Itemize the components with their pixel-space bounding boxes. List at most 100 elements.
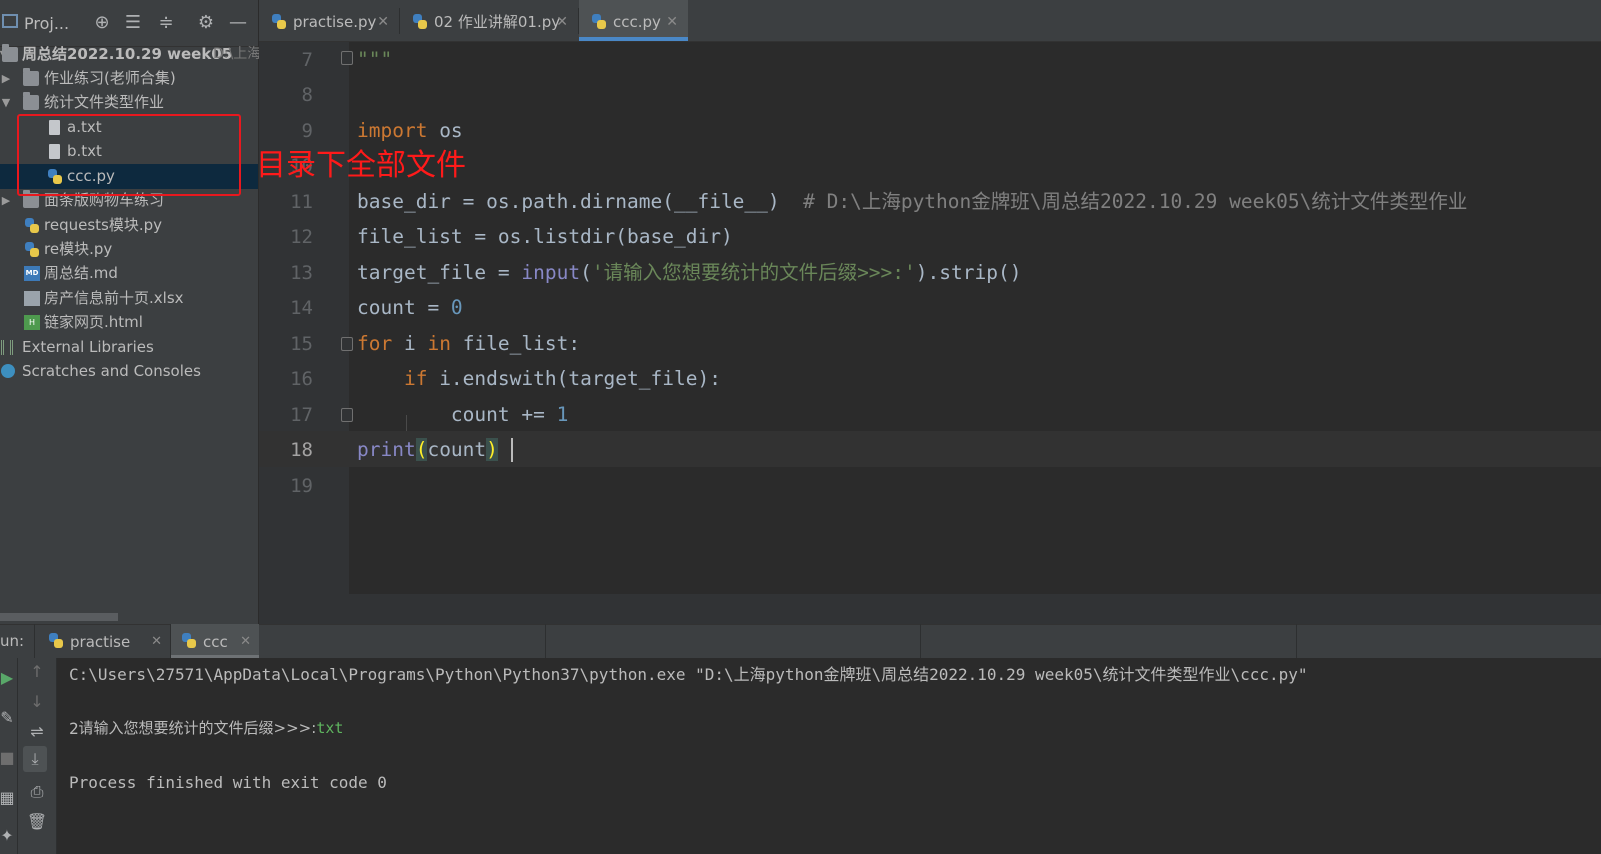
stop-icon[interactable]: ■ [0,748,19,767]
close-icon[interactable]: ✕ [666,0,678,44]
tab-label: ccc.py [613,13,661,31]
console-user-input: txt [316,719,344,737]
collapse-all-icon[interactable]: ≑ [155,12,177,34]
tree-item-label: 周总结.md [44,264,118,282]
python-file-icon [181,633,197,649]
code-token-builtin: input [521,261,581,284]
chevron-right-icon[interactable]: ▶ [0,66,12,91]
minimize-icon[interactable]: — [227,12,249,34]
locate-icon[interactable]: ⊕ [91,12,113,34]
console-prompt-line: 请输入您想要统计的文件后缀>>>:txt [69,688,344,737]
run-tab-ccc[interactable]: ccc ✕ [171,624,259,658]
folder-icon [23,68,39,86]
code-token: i [392,332,428,355]
arrow-up-icon[interactable]: ↑ [25,662,49,681]
pin-icon[interactable]: ✦ [0,826,19,845]
console-output-line: 2 [69,719,79,738]
code-token: file_list: [450,332,581,355]
fold-marker-icon[interactable] [341,337,353,351]
line-number: 19 [290,475,313,497]
fold-marker-icon[interactable] [341,51,353,65]
soft-wrap-icon[interactable]: ⇌ [25,722,49,741]
tree-item-scratches[interactable]: Scratches and Consoles [0,359,258,384]
code-token: os [427,119,463,142]
code-token-number: 0 [450,296,463,319]
close-icon[interactable]: ✕ [151,624,162,660]
code-token: i.endswith(target_file): [427,367,721,390]
tree-item-file[interactable]: MD 周总结.md [0,261,258,286]
code-line-current[interactable]: print(count) [357,432,498,468]
code-token: ( [580,261,592,284]
editor-tab-bar: practise.py ✕ 02 作业讲解01.py ✕ ccc.py ✕ [259,0,1601,42]
library-icon [1,340,13,355]
folder-icon [23,92,39,110]
rerun-icon[interactable]: ▶ [0,668,19,687]
line-number: 13 [290,262,313,284]
code-token-paren: ( [415,438,428,461]
tree-item-folder[interactable]: ▶ 作业练习(老师合集) [0,66,258,91]
code-line[interactable]: file_list = os.listdir(base_dir) [357,219,733,255]
code-line[interactable]: base_dir = os.path.dirname(__file__) # D… [357,184,1467,220]
project-horizontal-scrollbar[interactable] [0,613,118,621]
print-icon[interactable]: ⎙ [25,782,49,802]
layout-icon[interactable]: ▦ [0,788,19,807]
gear-icon[interactable]: ⚙ [195,12,217,34]
code-token-string: """ [357,48,393,71]
code-line[interactable]: for i in file_list: [357,326,580,362]
code-line[interactable]: if i.endswith(target_file): [357,361,721,397]
python-file-icon [412,14,428,30]
tab-ccc-py[interactable]: ccc.py ✕ [579,0,688,41]
code-token: target_file = [357,261,522,284]
folder-icon [2,44,18,62]
tree-item-file[interactable]: re模块.py [0,237,258,262]
project-view-icon[interactable] [2,14,18,28]
scroll-to-end-icon[interactable]: ⤓ [23,746,47,772]
tree-item-folder[interactable]: ▼ 统计文件类型作业 [0,90,258,115]
code-line[interactable]: count = 0 [357,290,463,326]
tree-item-label: 房产信息前十页.xlsx [44,289,184,307]
arrow-down-icon[interactable]: ↓ [25,692,49,711]
tree-item-root-folder[interactable]: ▼ 周总结2022.10.29 week05 D:\上海 [0,42,261,67]
python-file-icon [24,218,40,233]
code-line[interactable]: target_file = input('请输入您想要统计的文件后缀>>>:')… [357,255,1021,291]
run-panel-label: un: [0,632,25,650]
run-tab-label: ccc [203,633,228,651]
run-tab-practise[interactable]: practise ✕ [38,624,170,658]
wrench-icon[interactable]: ✎ [0,708,19,727]
tree-item-label: 统计文件类型作业 [44,93,165,111]
trash-icon[interactable]: 🗑 [25,812,49,831]
project-panel-title[interactable]: Proj... [24,14,69,33]
tree-item-file[interactable]: H 链家网页.html [0,310,258,335]
chevron-down-icon[interactable]: ▼ [0,90,12,115]
expand-all-icon[interactable]: ☰ [122,12,144,34]
code-token-string: '请输入您想要统计的文件后缀>>>:' [591,261,916,284]
tree-item-file[interactable]: 房产信息前十页.xlsx [0,286,258,311]
close-icon[interactable]: ✕ [556,0,568,44]
code-token-keyword: if [403,367,428,390]
line-number-current: 18 [290,439,313,461]
tree-item-label: 周总结2022.10.29 week05 [22,45,233,63]
tab-02-py[interactable]: 02 作业讲解01.py ✕ [400,0,578,41]
line-number: 11 [290,191,313,213]
run-left-toolbar: ▶ ✎ ■ ▦ ✦ [0,658,18,854]
close-icon[interactable]: ✕ [377,0,389,44]
code-token: count = [357,296,451,319]
line-number: 16 [290,368,313,390]
tab-practise-py[interactable]: practise.py ✕ [259,0,399,41]
line-number: 14 [290,297,313,319]
scratches-icon [1,364,15,378]
code-line[interactable]: count += 1 [357,397,568,433]
text-caret [511,438,513,462]
code-token-paren: ) [486,438,498,461]
markdown-file-icon: MD [24,266,40,281]
code-line[interactable]: """ [357,42,392,78]
close-icon[interactable]: ✕ [240,624,251,660]
tree-item-external-libraries[interactable]: External Libraries [0,335,258,360]
code-editor[interactable] [349,42,1601,594]
code-token-keyword: in [427,332,451,355]
spreadsheet-file-icon [24,291,40,306]
python-file-icon [271,14,287,30]
chevron-right-icon[interactable]: ▶ [0,188,12,213]
fold-marker-icon[interactable] [341,408,353,422]
tree-item-file[interactable]: requests模块.py [0,213,258,238]
